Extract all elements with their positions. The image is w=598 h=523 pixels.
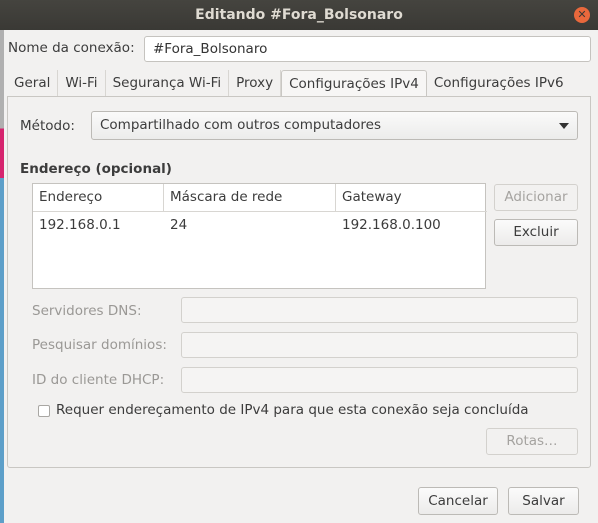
close-icon[interactable]: ✕ [574, 7, 590, 23]
title-bar: Editando #Fora_Bolsonaro [0, 0, 598, 30]
connection-name-label: Nome da conexão: [8, 40, 135, 56]
column-header-address[interactable]: Endereço [33, 184, 164, 212]
connection-name-input[interactable]: #Fora_Bolsonaro [144, 36, 591, 62]
dns-input[interactable] [181, 297, 578, 323]
tab-geral[interactable]: Geral [7, 70, 59, 96]
dhcp-client-id-label: ID do cliente DHCP: [32, 372, 165, 388]
tab-wifi[interactable]: Wi-Fi [58, 70, 106, 96]
dns-label: Servidores DNS: [32, 303, 142, 319]
tab-ipv4[interactable]: Configurações IPv4 [281, 70, 427, 97]
column-header-gateway[interactable]: Gateway [336, 184, 487, 212]
search-domains-input[interactable] [181, 332, 578, 358]
address-heading: Endereço (opcional) [20, 161, 172, 177]
require-ipv4-label[interactable]: Requer endereçamento de IPv4 para que es… [56, 400, 529, 420]
routes-button[interactable]: Rotas… [486, 428, 578, 455]
cell-gateway[interactable]: 192.168.0.100 [336, 212, 441, 238]
address-table[interactable]: Endereço Máscara de rede Gateway 192.168… [32, 183, 487, 289]
cell-netmask[interactable]: 24 [164, 212, 187, 238]
require-ipv4-checkbox[interactable] [38, 405, 50, 417]
tab-wifi-security[interactable]: Segurança Wi-Fi [106, 70, 230, 96]
save-button[interactable]: Salvar [508, 487, 579, 515]
method-dropdown[interactable]: Compartilhado com outros computadores [91, 111, 578, 140]
cell-address[interactable]: 192.168.0.1 [33, 212, 121, 238]
add-button[interactable]: Adicionar [494, 184, 578, 211]
delete-button[interactable]: Excluir [494, 219, 578, 246]
search-domains-label: Pesquisar domínios: [32, 337, 167, 353]
cancel-button[interactable]: Cancelar [418, 487, 498, 515]
dhcp-client-id-input[interactable] [181, 367, 578, 393]
window-title: Editando #Fora_Bolsonaro [195, 7, 403, 23]
tab-proxy[interactable]: Proxy [229, 70, 282, 96]
method-value: Compartilhado com outros computadores [100, 117, 381, 133]
chevron-down-icon [559, 123, 569, 129]
tab-bar: Geral Wi-Fi Segurança Wi-Fi Proxy Config… [7, 70, 571, 97]
method-label: Método: [20, 118, 75, 134]
tab-ipv6[interactable]: Configurações IPv6 [427, 70, 571, 96]
column-header-netmask[interactable]: Máscara de rede [164, 184, 336, 212]
